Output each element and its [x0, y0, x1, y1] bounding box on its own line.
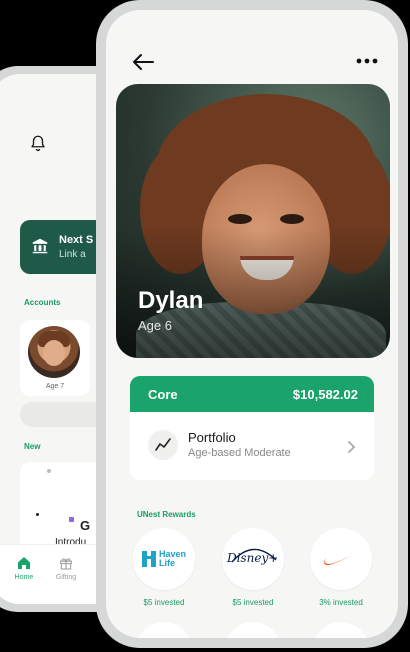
disney-plus-wordmark: Disney+	[227, 551, 279, 565]
gift-icon	[60, 558, 72, 570]
bell-icon[interactable]	[29, 134, 47, 152]
tab-gifting-label: Gifting	[55, 574, 77, 581]
front-phone: Dylan Age 6 Core $10,582.02 Portfolio Ag…	[96, 0, 408, 648]
confetti-dot	[69, 517, 74, 522]
core-account-header[interactable]: Core $10,582.02	[130, 376, 374, 412]
back-arrow-icon[interactable]	[132, 53, 154, 71]
disney-plus-logo: Disney+	[222, 528, 284, 590]
haven-life-icon	[142, 551, 156, 567]
portfolio-icon-circle	[148, 430, 178, 460]
reward-tile-partial[interactable]	[313, 622, 369, 638]
account-age: Age 7	[45, 383, 65, 390]
account-card[interactable]: Age 7	[20, 320, 90, 396]
new-card-letter: G	[80, 518, 91, 533]
haven-life-logo: Haven Life	[133, 528, 195, 590]
reward-tile-partial[interactable]	[136, 622, 192, 638]
photo-eye	[280, 214, 304, 224]
core-balance: $10,582.02	[292, 387, 358, 402]
nike-logo	[310, 528, 372, 590]
reward-disney-plus[interactable]: Disney+ $5 invested	[220, 528, 286, 607]
more-options-icon[interactable]	[356, 56, 378, 66]
tab-home[interactable]: Home	[4, 555, 44, 581]
child-age: Age 6	[138, 318, 172, 333]
rewards-label: UNest Rewards	[137, 510, 196, 519]
reward-haven-life[interactable]: Haven Life $5 invested	[131, 528, 197, 607]
front-phone-screen: Dylan Age 6 Core $10,582.02 Portfolio Ag…	[106, 10, 398, 638]
tab-gifting[interactable]: Gifting	[46, 555, 86, 581]
photo-eye	[228, 214, 252, 224]
core-label: Core	[148, 387, 178, 402]
haven-life-wordmark: Haven Life	[159, 549, 187, 568]
reward-amount: $5 invested	[232, 598, 274, 607]
avatar-face	[43, 340, 65, 366]
reward-nike[interactable]: 3% invested	[308, 528, 374, 607]
accounts-label: Accounts	[24, 298, 61, 307]
portfolio-row[interactable]: Portfolio Age-based Moderate	[130, 412, 374, 480]
app-showcase: Next S Link a Accounts Age 7 New G Intro…	[0, 0, 410, 652]
child-photo-card: Dylan Age 6	[116, 84, 390, 358]
reward-amount: 3% invested	[319, 598, 363, 607]
next-step-title: Next S	[59, 234, 94, 246]
portfolio-subtitle: Age-based Moderate	[188, 447, 291, 459]
tab-home-label: Home	[14, 574, 34, 581]
confetti-dot	[36, 513, 39, 516]
confetti-dot	[47, 469, 51, 473]
avatar	[28, 326, 80, 378]
child-name: Dylan	[138, 287, 204, 314]
portfolio-title: Portfolio	[188, 430, 236, 445]
reward-amount: $5 invested	[143, 598, 185, 607]
home-icon	[18, 557, 30, 569]
bank-icon	[32, 238, 48, 254]
nike-swoosh-icon	[324, 553, 358, 566]
next-step-subtitle: Link a	[59, 249, 86, 260]
chevron-right-icon	[348, 441, 356, 453]
core-account-card: Core $10,582.02 Portfolio Age-based Mode…	[130, 376, 374, 480]
new-label: New	[24, 442, 41, 451]
trend-line-icon	[155, 438, 171, 451]
reward-tile-partial[interactable]	[225, 622, 281, 638]
